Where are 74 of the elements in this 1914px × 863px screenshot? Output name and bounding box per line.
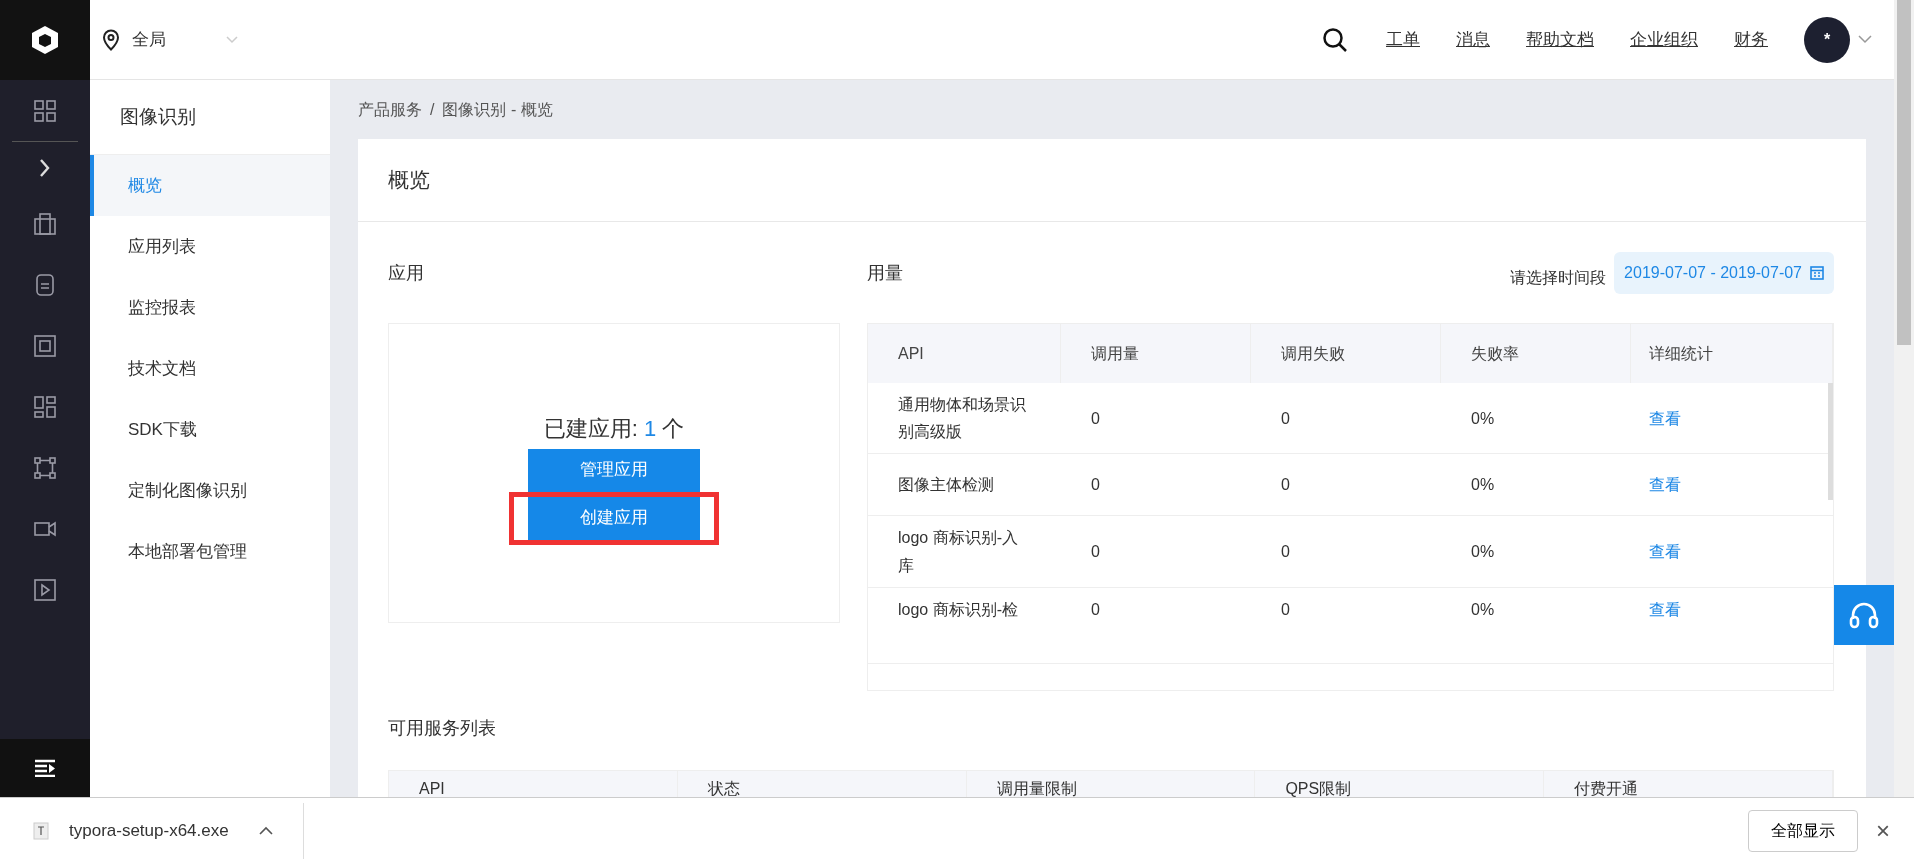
- file-name[interactable]: typora-setup-x64.exe: [69, 817, 229, 844]
- breadcrumb-link[interactable]: 图像识别 - 概览: [442, 97, 553, 122]
- command-icon[interactable]: [33, 455, 57, 480]
- table-cell: 0%: [1471, 542, 1495, 560]
- sidebar-item[interactable]: 定制化图像识别: [90, 460, 330, 521]
- table-cell: 0: [1091, 542, 1100, 560]
- count-unit: 个: [662, 414, 685, 443]
- column-header: API: [868, 324, 1061, 383]
- sidebar-item[interactable]: 技术文档: [90, 338, 330, 399]
- table-cell: 0: [1281, 542, 1290, 560]
- close-button[interactable]: ×: [1876, 812, 1890, 849]
- headset-icon: [1849, 601, 1879, 629]
- app-count: 1: [643, 414, 657, 443]
- scrollbar[interactable]: [1894, 0, 1914, 797]
- breadcrumb-link[interactable]: 产品服务: [358, 97, 422, 122]
- logo-icon[interactable]: [30, 23, 60, 56]
- nav-link[interactable]: 帮助文档: [1526, 26, 1594, 53]
- app-button[interactable]: 管理应用: [528, 448, 700, 492]
- app-button[interactable]: 创建应用: [528, 496, 700, 540]
- dashboard-icon[interactable]: [33, 394, 57, 419]
- period-label: 请选择时间段: [1510, 268, 1607, 288]
- table-cell: 0: [1091, 600, 1100, 618]
- scrollbar[interactable]: [1828, 383, 1833, 500]
- sidebar-item[interactable]: 概览: [90, 155, 330, 216]
- nav-link[interactable]: 企业组织: [1630, 26, 1698, 53]
- view-link[interactable]: 查看: [1649, 600, 1681, 618]
- menu-icon[interactable]: [34, 759, 56, 777]
- table-cell-text: 图像主体检测: [898, 475, 995, 496]
- table-cell: 0%: [1471, 600, 1495, 618]
- grid-icon[interactable]: [33, 98, 57, 123]
- table-cell: 0: [1091, 409, 1100, 427]
- database-icon[interactable]: [33, 272, 57, 297]
- show-all-button[interactable]: 全部显示: [1748, 809, 1858, 852]
- calendar-icon: [1810, 266, 1824, 280]
- table-cell-text: logo 商标识别-检: [898, 599, 1020, 620]
- section-title: 可用服务列表: [388, 717, 497, 740]
- view-link[interactable]: 查看: [1649, 542, 1681, 560]
- location-pin-icon: [102, 28, 120, 51]
- table-cell: 0%: [1471, 409, 1495, 427]
- card-title: 概览: [358, 139, 1866, 222]
- table-cell-text: 通用物体和场景识别高级版: [898, 395, 1026, 443]
- sidebar-item[interactable]: 本地部署包管理: [90, 521, 330, 582]
- table-cell: 0: [1281, 409, 1290, 427]
- sidebar-item[interactable]: 监控报表: [90, 277, 330, 338]
- chevron-down-icon[interactable]: [1858, 35, 1872, 44]
- frame-icon[interactable]: [33, 333, 57, 358]
- file-icon: [33, 821, 49, 840]
- nav-link[interactable]: 消息: [1456, 26, 1490, 53]
- count-label: 已建应用:: [543, 414, 638, 443]
- search-icon[interactable]: [1322, 26, 1348, 53]
- table-cell: 0: [1091, 476, 1100, 494]
- support-button[interactable]: [1834, 585, 1894, 645]
- table-cell: 0: [1281, 476, 1290, 494]
- building-icon[interactable]: [33, 211, 57, 236]
- view-link[interactable]: 查看: [1649, 476, 1681, 494]
- view-link[interactable]: 查看: [1649, 409, 1681, 427]
- column-header: 调用失败: [1251, 324, 1441, 383]
- column-header: 调用量: [1061, 324, 1251, 383]
- region-selector[interactable]: 全局: [132, 26, 166, 53]
- sidebar-item[interactable]: 应用列表: [90, 216, 330, 277]
- avatar[interactable]: *: [1804, 16, 1850, 63]
- sidebar-item[interactable]: SDK下载: [90, 399, 330, 460]
- column-header: 详细统计: [1631, 324, 1833, 383]
- breadcrumb-separator: /: [430, 99, 435, 120]
- chevron-up-icon[interactable]: [258, 826, 273, 835]
- table-cell: 0%: [1471, 476, 1495, 494]
- play-icon[interactable]: [33, 577, 57, 602]
- table-cell-text: logo 商标识别-入库: [898, 528, 1020, 576]
- nav-link[interactable]: 工单: [1386, 26, 1420, 53]
- column-header: 失败率: [1441, 324, 1631, 383]
- section-title: 应用: [388, 262, 425, 285]
- section-title: 用量: [867, 262, 903, 285]
- table-cell: 0: [1281, 600, 1290, 618]
- nav-link[interactable]: 财务: [1734, 26, 1768, 53]
